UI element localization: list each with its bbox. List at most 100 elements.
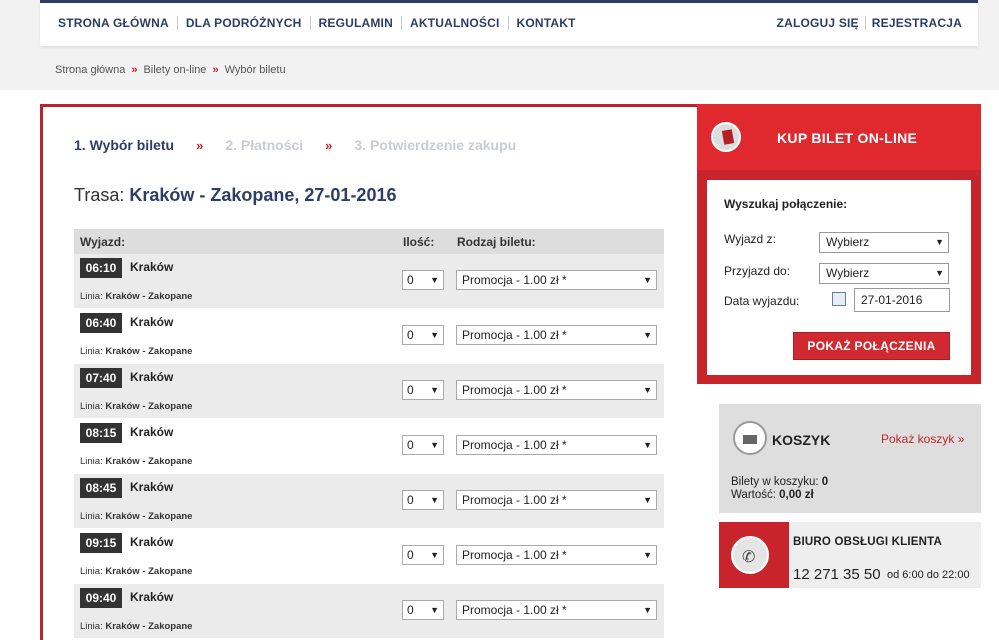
login-link[interactable]: ZALOGUJ SIĘ (771, 16, 866, 30)
table-row: 09:15 Kraków Linia: Kraków - Zakopane 0 ▼… (74, 529, 664, 584)
step-confirmation: 3. Potwierdzenie zakupu (354, 137, 517, 153)
cart-title: KOSZYK (772, 432, 831, 448)
dropdown-arrow-icon: ▼ (643, 605, 652, 615)
table-row: 06:10 Kraków Linia: Kraków - Zakopane 0 ▼… (74, 254, 664, 309)
line-label: Linia: (80, 566, 103, 577)
quantity-select[interactable]: 0 ▼ (402, 490, 444, 510)
quantity-value: 0 (407, 603, 414, 617)
line-value: Kraków - Zakopane (105, 566, 193, 577)
dropdown-arrow-icon: ▼ (935, 268, 944, 278)
dropdown-arrow-icon: ▼ (430, 330, 439, 340)
basket-icon (733, 421, 767, 455)
ticket-type-value: Promocja - 1.00 zł * (462, 603, 567, 617)
ticket-type-value: Promocja - 1.00 zł * (462, 273, 567, 287)
nav-regulations[interactable]: REGULAMIN (311, 16, 402, 30)
line-info: Linia: Kraków - Zakopane (80, 346, 192, 357)
dropdown-arrow-icon: ▼ (643, 550, 652, 560)
main-menu: STRONA GŁÓWNA DLA PODRÓŻNYCH REGULAMIN A… (50, 16, 584, 30)
table-row: 08:45 Kraków Linia: Kraków - Zakopane 0 ▼… (74, 474, 664, 529)
ticket-type-value: Promocja - 1.00 zł * (462, 328, 567, 342)
quantity-select[interactable]: 0 ▼ (402, 435, 444, 455)
line-label: Linia: (80, 621, 103, 632)
top-navigation: STRONA GŁÓWNA DLA PODRÓŻNYCH REGULAMIN A… (40, 0, 978, 46)
breadcrumb-home[interactable]: Strona główna (55, 64, 125, 76)
to-select[interactable]: Wybierz ▼ (819, 263, 949, 284)
table-row: 07:40 Kraków Linia: Kraków - Zakopane 0 ▼… (74, 364, 664, 419)
quantity-select[interactable]: 0 ▼ (402, 600, 444, 620)
breadcrumb-tickets[interactable]: Bilety on-line (143, 64, 206, 76)
ticket-type-select[interactable]: Promocja - 1.00 zł * ▼ (456, 435, 657, 455)
col-quantity: Ilość: (403, 235, 435, 249)
ticket-type-select[interactable]: Promocja - 1.00 zł * ▼ (456, 380, 657, 400)
departure-time: 06:10 (80, 258, 122, 278)
departure-city: Kraków (130, 315, 174, 329)
nav-contact[interactable]: KONTAKT (509, 16, 584, 30)
ticket-type-select[interactable]: Promocja - 1.00 zł * ▼ (456, 490, 657, 510)
nav-home[interactable]: STRONA GŁÓWNA (50, 16, 178, 30)
ticket-icon (711, 122, 741, 152)
quantity-select[interactable]: 0 ▼ (402, 545, 444, 565)
line-label: Linia: (80, 346, 103, 357)
breadcrumb-separator: » (131, 64, 138, 76)
to-value: Wybierz (826, 266, 870, 280)
step-choose-ticket: 1. Wybór biletu (74, 137, 175, 153)
customer-service-hours: od 6:00 do 22:00 (887, 569, 970, 581)
ticket-type-value: Promocja - 1.00 zł * (462, 438, 567, 452)
departure-time: 09:15 (80, 533, 122, 553)
line-label: Linia: (80, 456, 103, 467)
ticket-type-select[interactable]: Promocja - 1.00 zł * ▼ (456, 325, 657, 345)
show-cart-link[interactable]: Pokaż koszyk » (881, 432, 964, 446)
nav-travelers[interactable]: DLA PODRÓŻNYCH (178, 16, 311, 30)
quantity-value: 0 (407, 438, 414, 452)
line-label: Linia: (80, 291, 103, 302)
dropdown-arrow-icon: ▼ (643, 440, 652, 450)
line-info: Linia: Kraków - Zakopane (80, 291, 192, 302)
from-label: Wyjazd z: (724, 232, 776, 246)
breadcrumb-current: Wybór biletu (224, 64, 286, 76)
ticket-type-select[interactable]: Promocja - 1.00 zł * ▼ (456, 270, 657, 290)
dropdown-arrow-icon: ▼ (643, 495, 652, 505)
table-row: 09:40 Kraków Linia: Kraków - Zakopane 0 ▼… (74, 584, 664, 639)
date-input[interactable]: 27-01-2016 (854, 288, 950, 312)
to-label: Przyjazd do: (724, 264, 791, 278)
breadcrumb-separator: » (212, 64, 219, 76)
step-payment: 2. Płatności (225, 137, 304, 153)
from-select[interactable]: Wybierz ▼ (819, 232, 949, 253)
buy-ticket-title: KUP BILET ON-LINE (777, 130, 918, 146)
ticket-type-value: Promocja - 1.00 zł * (462, 548, 567, 562)
cart-summary: Bilety w koszyku: 0 Wartość: 0,00 zł (731, 476, 828, 502)
line-label: Linia: (80, 401, 103, 412)
ticket-type-select[interactable]: Promocja - 1.00 zł * ▼ (456, 600, 657, 620)
show-connections-button[interactable]: POKAŻ POŁĄCZENIA (793, 332, 950, 360)
checkout-steps: 1. Wybór biletu » 2. Płatności » 3. Potw… (74, 137, 516, 153)
nav-news[interactable]: AKTUALNOŚCI (402, 16, 509, 30)
search-heading: Wyszukaj połączenie: (724, 197, 848, 211)
step-separator: » (325, 137, 333, 153)
departure-time: 07:40 (80, 368, 122, 388)
col-departure: Wyjazd: (80, 235, 126, 249)
line-info: Linia: Kraków - Zakopane (80, 511, 192, 522)
dropdown-arrow-icon: ▼ (643, 275, 652, 285)
route-title: Trasa: Kraków - Zakopane, 27-01-2016 (74, 185, 396, 206)
dropdown-arrow-icon: ▼ (430, 275, 439, 285)
quantity-select[interactable]: 0 ▼ (402, 325, 444, 345)
quantity-select[interactable]: 0 ▼ (402, 270, 444, 290)
customer-service-widget: ✆ BIURO OBSŁUGI KLIENTA 12 271 35 50 od … (719, 522, 981, 588)
line-value: Kraków - Zakopane (105, 401, 193, 412)
ticket-type-select[interactable]: Promocja - 1.00 zł * ▼ (456, 545, 657, 565)
dropdown-arrow-icon: ▼ (935, 237, 944, 247)
departure-time: 09:40 (80, 588, 122, 608)
line-value: Kraków - Zakopane (105, 456, 193, 467)
breadcrumb: Strona główna » Bilety on-line » Wybór b… (55, 64, 286, 76)
dropdown-arrow-icon: ▼ (430, 550, 439, 560)
cart-tickets-value: 0 (821, 476, 829, 488)
table-header: Wyjazd: Ilość: Rodzaj biletu: (74, 229, 664, 254)
register-link[interactable]: REJESTRACJA (866, 16, 968, 30)
line-info: Linia: Kraków - Zakopane (80, 456, 192, 467)
calendar-icon[interactable] (832, 292, 846, 306)
ticket-type-value: Promocja - 1.00 zł * (462, 493, 567, 507)
search-form: Wyszukaj połączenie: Wyjazd z: Wybierz ▼ … (707, 180, 971, 375)
buy-ticket-widget: KUP BILET ON-LINE Wyszukaj połączenie: W… (697, 104, 981, 384)
dropdown-arrow-icon: ▼ (430, 495, 439, 505)
quantity-select[interactable]: 0 ▼ (402, 380, 444, 400)
